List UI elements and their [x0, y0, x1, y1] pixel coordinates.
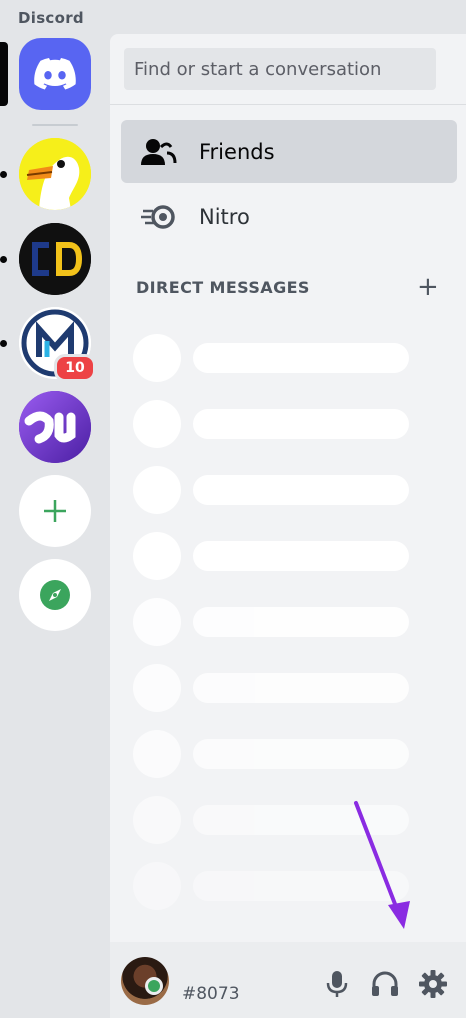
- dm-placeholder: [133, 730, 409, 778]
- nav-nitro-label: Nitro: [199, 204, 250, 229]
- microphone-icon: [326, 971, 348, 997]
- unread-dot: [0, 171, 7, 178]
- dm-placeholder: [133, 598, 409, 646]
- gear-icon: [419, 970, 447, 998]
- user-settings-button[interactable]: [418, 969, 448, 999]
- direct-messages-header: DIRECT MESSAGES: [136, 278, 310, 297]
- nav-friends-label: Friends: [199, 139, 275, 164]
- nav-friends[interactable]: Friends: [121, 120, 457, 183]
- search-input[interactable]: Find or start a conversation: [124, 48, 436, 90]
- explore-servers-button[interactable]: [19, 559, 91, 631]
- dm-placeholder: [133, 466, 409, 514]
- nitro-icon: [139, 197, 179, 237]
- add-dm-button[interactable]: +: [417, 274, 439, 300]
- compass-icon: [40, 580, 70, 610]
- dm-placeholder: [133, 532, 409, 580]
- home-button[interactable]: [19, 38, 91, 110]
- mute-button[interactable]: [322, 969, 352, 999]
- cd-icon: [19, 223, 91, 295]
- discord-logo-icon: [34, 58, 76, 90]
- online-status-icon: [145, 977, 163, 995]
- plus-icon: [44, 500, 66, 522]
- header-divider: [110, 104, 466, 105]
- annotation-arrow: [354, 801, 410, 929]
- server-rail: 10: [0, 34, 110, 1018]
- add-server-button[interactable]: [19, 475, 91, 547]
- user-panel: #8073: [110, 942, 466, 1018]
- mention-badge: 10: [54, 354, 96, 382]
- friends-icon: [139, 132, 179, 172]
- server-goose[interactable]: [19, 138, 91, 210]
- dm-placeholder: [133, 664, 409, 712]
- dm-placeholder: [133, 400, 409, 448]
- server-cd[interactable]: [19, 223, 91, 295]
- purple-logo-icon: [19, 391, 91, 463]
- server-purple[interactable]: [19, 391, 91, 463]
- unread-dot: [0, 256, 7, 263]
- app-title: Discord: [18, 9, 84, 27]
- headphones-icon: [372, 971, 398, 996]
- selected-indicator: [0, 42, 8, 106]
- nav-nitro[interactable]: Nitro: [121, 185, 457, 248]
- deafen-button[interactable]: [370, 969, 400, 999]
- unread-dot: [0, 340, 7, 347]
- user-tag: #8073: [182, 984, 240, 1004]
- goose-icon: [19, 138, 91, 210]
- dm-placeholder: [133, 334, 409, 382]
- rail-separator: [32, 124, 78, 126]
